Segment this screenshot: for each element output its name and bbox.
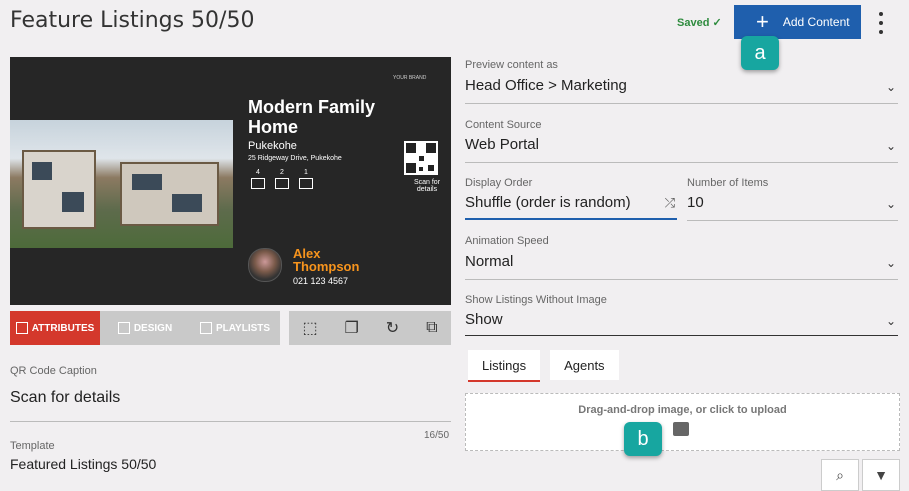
qr-scan-text: Scan for details xyxy=(413,179,441,193)
tab-agents[interactable]: Agents xyxy=(550,350,619,380)
image-upload-dropzone[interactable]: Drag-and-drop image, or click to upload xyxy=(465,393,900,451)
tab-listings[interactable]: Listings xyxy=(468,350,541,382)
tab-playlists[interactable]: PLAYLISTS xyxy=(190,311,280,345)
preview-toolbar: ⬚ ❐ ↻ ⧉ xyxy=(289,311,451,345)
agent-phone: 021 123 4567 xyxy=(293,276,349,286)
preview-as-value: Head Office > Marketing xyxy=(465,77,627,94)
listing-photo xyxy=(10,120,233,248)
animation-speed-select[interactable]: Normal ⌄ xyxy=(465,253,898,280)
template-counter: 16/50 xyxy=(424,430,450,441)
template-label: Template xyxy=(10,440,55,452)
agent-name: Alex Thompson xyxy=(293,246,360,274)
agent-avatar xyxy=(248,248,282,282)
list-icon xyxy=(199,322,212,334)
show-without-image-select[interactable]: Show ⌄ xyxy=(465,311,898,336)
listing-suburb: Pukekohe xyxy=(248,140,297,152)
search-button[interactable]: ⌕ xyxy=(821,459,859,491)
animation-speed-label: Animation Speed xyxy=(465,235,549,247)
content-source-select[interactable]: Web Portal ⌄ xyxy=(465,136,898,163)
listing-agent-tabs: Listings Agents xyxy=(468,350,629,382)
filter-button[interactable]: ▼ xyxy=(862,459,900,491)
screen-cast-icon[interactable]: ⧉ xyxy=(426,319,437,337)
chevron-down-icon: ⌄ xyxy=(885,139,896,153)
qr-caption-field[interactable]: Scan for details xyxy=(10,389,451,422)
brush-icon xyxy=(117,322,130,334)
check-icon: ✓ xyxy=(712,17,722,29)
garage-icon xyxy=(299,178,313,189)
display-order-value: Shuffle (order is random) xyxy=(465,194,631,211)
display-order-select[interactable]: Shuffle (order is random) ⤮ xyxy=(465,194,677,220)
chevron-down-icon: ⌄ xyxy=(885,256,896,270)
chevron-down-icon: ⌄ xyxy=(885,80,896,94)
page-title: Feature Listings 50/50 xyxy=(10,8,255,33)
qr-caption-label: QR Code Caption xyxy=(10,365,97,377)
editor-tabs: ATTRIBUTES DESIGN PLAYLISTS xyxy=(10,311,280,345)
tab-design[interactable]: DESIGN xyxy=(100,311,190,345)
bath-icon xyxy=(275,178,289,189)
chevron-down-icon: ⌄ xyxy=(885,314,896,328)
add-content-label: Add Content xyxy=(782,15,850,29)
listing-preview: YOUR BRAND Modern Family Home Pukekohe 2… xyxy=(10,57,451,305)
preview-as-label: Preview content as xyxy=(465,59,558,71)
bedrooms-feature: 4 xyxy=(251,169,265,189)
search-icon: ⌕ xyxy=(836,466,844,483)
plus-icon: + xyxy=(756,9,769,34)
saved-label: Saved xyxy=(677,17,710,29)
crop-icon[interactable]: ⬚ xyxy=(302,318,317,338)
display-order-label: Display Order xyxy=(465,177,533,189)
edit-icon xyxy=(15,322,28,334)
bed-icon xyxy=(251,178,265,189)
content-source-value: Web Portal xyxy=(465,136,539,153)
shuffle-icon: ⤮ xyxy=(664,195,675,210)
brand-logo: YOUR BRAND xyxy=(393,75,427,81)
show-without-image-value: Show xyxy=(465,311,503,328)
kebab-menu-icon[interactable] xyxy=(874,12,888,34)
listing-address: 25 Ridgeway Drive, Pukekohe xyxy=(248,155,342,162)
number-of-items-label: Number of Items xyxy=(687,177,769,189)
refresh-icon[interactable]: ↻ xyxy=(386,318,399,338)
tab-attributes[interactable]: ATTRIBUTES xyxy=(10,311,100,345)
chevron-down-icon: ⌄ xyxy=(885,197,896,211)
garage-feature: 1 xyxy=(299,169,313,189)
show-without-image-label: Show Listings Without Image xyxy=(465,294,607,306)
listing-title: Modern Family Home xyxy=(248,97,376,137)
bathrooms-feature: 2 xyxy=(275,169,289,189)
layers-icon[interactable]: ❐ xyxy=(345,318,359,338)
saved-status: Saved ✓ xyxy=(677,16,722,29)
number-of-items-select[interactable]: 10 ⌄ xyxy=(687,194,898,221)
content-source-label: Content Source xyxy=(465,119,542,131)
filter-icon: ▼ xyxy=(874,467,888,483)
dropzone-text: Drag-and-drop image, or click to upload xyxy=(578,404,787,416)
add-content-button[interactable]: + Add Content xyxy=(734,5,861,39)
callout-badge-b: b xyxy=(624,422,662,456)
preview-as-select[interactable]: Head Office > Marketing ⌄ xyxy=(465,77,898,104)
animation-speed-value: Normal xyxy=(465,253,514,270)
qr-code xyxy=(404,141,438,175)
template-field[interactable]: Featured Listings 50/50 xyxy=(10,456,156,472)
image-icon xyxy=(673,422,689,436)
callout-badge-a: a xyxy=(741,36,779,70)
number-of-items-value: 10 xyxy=(687,194,704,211)
